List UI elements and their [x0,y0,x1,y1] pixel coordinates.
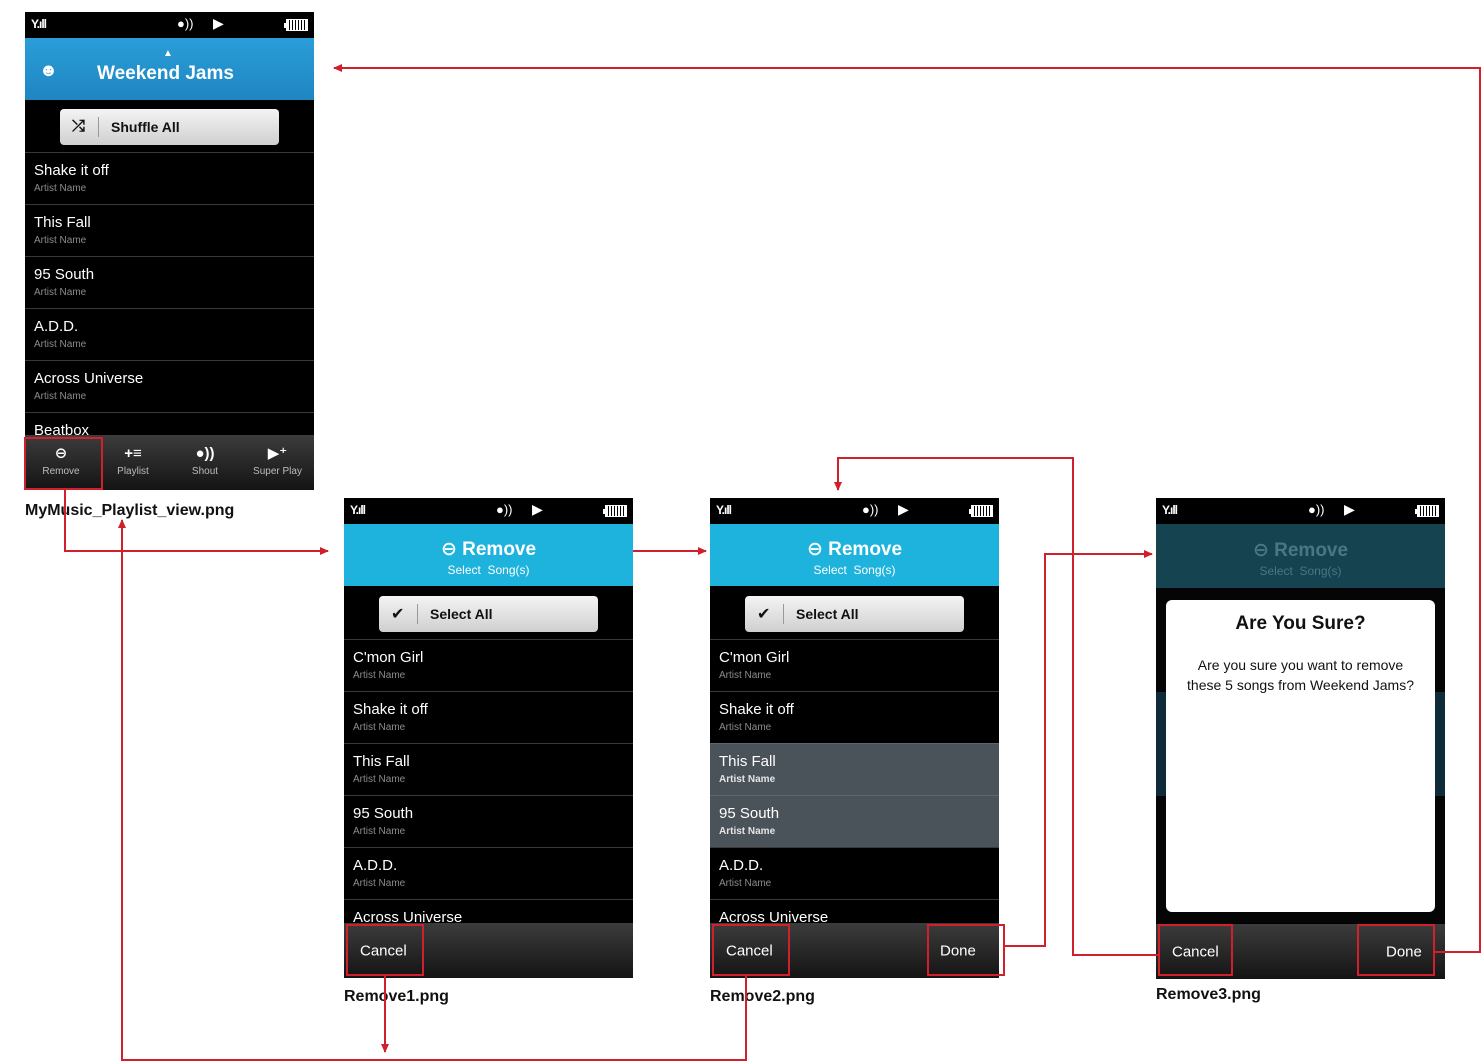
arrow-remove-to-remove1 [64,490,329,555]
arrow-done2-to-remove3 [1005,550,1153,947]
flow-arrows [64,64,1481,1061]
arrow-done3-to-playlist [333,64,1481,953]
arrow-cancel3-to-remove2 [834,457,1158,956]
arrow-cancel-to-playlist [118,519,747,1061]
